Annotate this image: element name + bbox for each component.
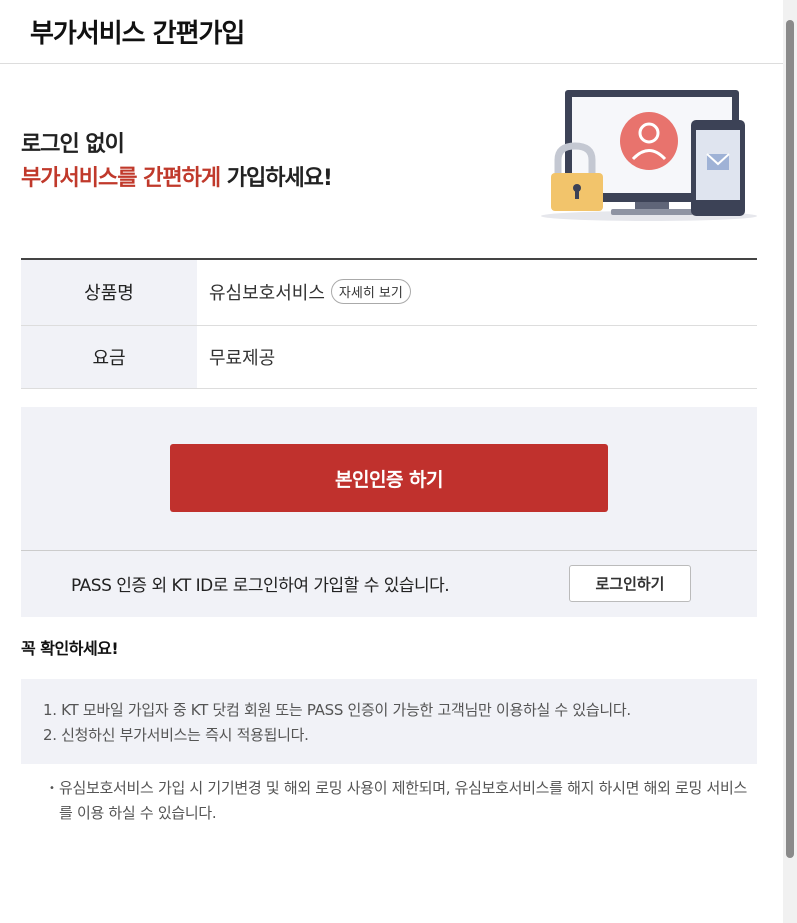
auth-panel: 본인인증 하기 PASS 인증 외 KT ID로 로그인하여 가입할 수 있습니… [21,406,757,617]
footnote-text: 유심보호서비스 가입 시 기기변경 및 해외 로밍 사용이 제한되며, 유심보호… [59,778,748,822]
footnote: • 유심보호서비스 가입 시 기기변경 및 해외 로밍 사용이 제한되며, 유심… [21,776,757,826]
identity-verification-button[interactable]: 본인인증 하기 [170,444,608,512]
fee-value: 무료제공 [209,347,276,369]
auth-button-area: 본인인증 하기 [21,407,757,551]
hero-rest-text: 가입하세요! [220,166,333,191]
product-label: 상품명 [21,259,197,325]
login-alternative-area: PASS 인증 외 KT ID로 로그인하여 가입할 수 있습니다. 로그인하기 [21,551,757,617]
vertical-scrollbar[interactable] [783,0,797,923]
table-row: 상품명 유심보호서비스 자세히 보기 [21,259,757,325]
hero-headline-1: 로그인 없이 [21,132,125,157]
bullet-icon: • [49,782,55,794]
notice-title: 꼭 확인하세요! [21,638,119,658]
product-value: 유심보호서비스 [209,283,325,305]
list-item: 2. 신청하신 부가서비스는 즉시 적용됩니다. [43,725,309,744]
scrollbar-thumb[interactable] [786,20,794,858]
view-details-button[interactable]: 자세히 보기 [330,279,411,305]
page-header: 부가서비스 간편가입 [0,0,797,64]
list-item: 1. KT 모바일 가입자 중 KT 닷컴 회원 또는 PASS 인증이 가능한… [43,700,631,719]
monitor-lock-phone-illustration [541,90,757,221]
product-info-table: 상품명 유심보호서비스 자세히 보기 요금 무료제공 [21,258,757,389]
hero-headline-2: 부가서비스를 간편하게 가입하세요! [21,160,333,192]
notice-list: 1. KT 모바일 가입자 중 KT 닷컴 회원 또는 PASS 인증이 가능한… [21,678,757,764]
table-row: 요금 무료제공 [21,325,757,388]
login-alternative-message: PASS 인증 외 KT ID로 로그인하여 가입할 수 있습니다. [71,576,450,596]
hero-accent-text: 부가서비스를 간편하게 [21,166,221,191]
hero-section: 로그인 없이 부가서비스를 간편하게 가입하세요! [21,64,757,258]
page-title: 부가서비스 간편가입 [30,19,245,49]
main-content: 로그인 없이 부가서비스를 간편하게 가입하세요! 상품명 유심보호서비스 자세히… [21,64,757,826]
product-value-cell: 유심보호서비스 자세히 보기 [197,259,757,325]
login-button[interactable]: 로그인하기 [569,565,691,602]
fee-label: 요금 [21,325,197,388]
